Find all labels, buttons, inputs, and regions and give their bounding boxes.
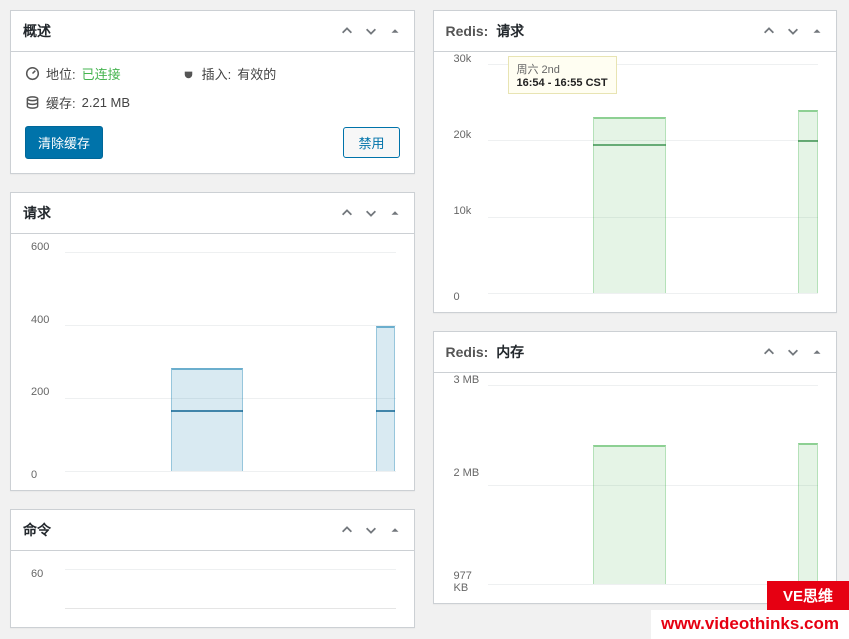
y-tick-label: 10k [454, 205, 490, 217]
chart-series-fill [593, 445, 666, 584]
watermark-url: www.videothinks.com [651, 610, 849, 639]
plugin-value: 有效的 [237, 64, 276, 83]
flush-cache-button[interactable]: 清除缓存 [25, 126, 103, 159]
collapse-up-icon[interactable] [762, 24, 776, 38]
panel-redis-requests: Redis: 请求 30k 20k 10k 0 周六 2nd16:54 - 16:55 … [433, 10, 838, 313]
chart-commands: 60 [25, 563, 400, 613]
panel-header-redis-memory[interactable]: Redis: 内存 [434, 332, 837, 373]
panel-overview: 概述 地位: 已连接 插入: 有效的 [10, 10, 415, 174]
chart-series-fill [171, 368, 244, 471]
location-value: 已连接 [82, 64, 121, 83]
collapse-up-icon[interactable] [762, 345, 776, 359]
watermark: VE思维 www.videothinks.com [651, 581, 849, 639]
plugin-label: 插入: [202, 64, 232, 83]
watermark-tag: VE思维 [767, 581, 849, 610]
toggle-icon[interactable] [388, 206, 402, 220]
database-icon [25, 95, 40, 110]
status-plugin: 插入: 有效的 [181, 64, 277, 83]
y-tick-label: 600 [31, 241, 67, 253]
panel-title: 请求 [23, 203, 340, 223]
panel-body-redis-requests: 30k 20k 10k 0 周六 2nd16:54 - 16:55 CST [434, 52, 837, 312]
y-tick-label: 3 MB [454, 374, 490, 386]
cache-label: 缓存: [46, 93, 76, 112]
panel-body-overview: 地位: 已连接 插入: 有效的 缓存: 2.21 MB [11, 52, 414, 173]
y-tick-label: 977 KB [454, 570, 490, 594]
panel-prefix: Redis: [446, 344, 489, 360]
chart-series-fill [376, 326, 396, 471]
tooltip-title: 周六 2nd [517, 61, 608, 77]
tooltip-body: 16:54 - 16:55 CST [517, 77, 608, 89]
y-axis-ticks: 3 MB2 MB977 KB [454, 379, 490, 589]
chart-redis-requests: 30k20k10k0周六 2nd16:54 - 16:55 CST [448, 58, 823, 298]
chart-series-line [171, 410, 244, 412]
plot-area [488, 64, 819, 294]
location-label: 地位: [46, 64, 76, 83]
chart-series-line [798, 140, 818, 142]
disable-button[interactable]: 禁用 [343, 127, 399, 158]
y-tick-label: 200 [31, 386, 67, 398]
chart-redis-memory: 3 MB2 MB977 KB [448, 379, 823, 589]
panel-body-commands: 60 [11, 551, 414, 627]
panel-title: 命令 [23, 520, 340, 540]
status-cache: 缓存: 2.21 MB [25, 93, 130, 112]
collapse-up-icon[interactable] [340, 523, 354, 537]
plot-area [65, 252, 396, 472]
panel-header-redis-requests[interactable]: Redis: 请求 [434, 11, 837, 52]
panel-body-requests: 600 400 200 0 [11, 234, 414, 490]
chart-tooltip: 周六 2nd16:54 - 16:55 CST [508, 56, 617, 94]
panel-prefix: Redis: [446, 23, 489, 39]
panel-title-text: 请求 [496, 23, 524, 39]
y-tick-label: 60 [31, 568, 67, 580]
chart-series-fill [593, 117, 666, 293]
gauge-icon [25, 66, 40, 81]
panel-title: Redis: 请求 [446, 21, 763, 41]
plot-area [488, 385, 819, 585]
y-tick-label: 400 [31, 314, 67, 326]
y-axis-ticks: 6004002000 [31, 246, 67, 476]
panel-body-redis-memory: 3 MB 2 MB 977 KB [434, 373, 837, 603]
status-location: 地位: 已连接 [25, 64, 121, 83]
panel-requests: 请求 600 400 200 0 [10, 192, 415, 491]
y-tick-label: 0 [31, 469, 67, 481]
y-axis-ticks: 60 [31, 563, 67, 613]
panel-redis-memory: Redis: 内存 3 MB 2 MB 977 KB [433, 331, 838, 604]
panel-title-text: 内存 [496, 344, 524, 360]
collapse-down-icon[interactable] [364, 206, 378, 220]
plot-area [65, 569, 396, 609]
panel-commands: 命令 60 [10, 509, 415, 628]
collapse-up-icon[interactable] [340, 24, 354, 38]
collapse-down-icon[interactable] [364, 24, 378, 38]
toggle-icon[interactable] [388, 523, 402, 537]
y-axis-ticks: 30k20k10k0 [454, 58, 490, 298]
toggle-icon[interactable] [388, 24, 402, 38]
y-tick-label: 30k [454, 53, 490, 65]
panel-header-overview[interactable]: 概述 [11, 11, 414, 52]
toggle-icon[interactable] [810, 345, 824, 359]
chart-requests: 6004002000 [25, 246, 400, 476]
chart-series-fill [798, 443, 818, 584]
panel-title: 概述 [23, 21, 340, 41]
panel-header-commands[interactable]: 命令 [11, 510, 414, 551]
plug-icon [181, 66, 196, 81]
chart-series-line [376, 410, 396, 412]
chart-series-fill [798, 110, 818, 293]
collapse-down-icon[interactable] [786, 345, 800, 359]
collapse-down-icon[interactable] [364, 523, 378, 537]
y-tick-label: 2 MB [454, 467, 490, 479]
panel-title: Redis: 内存 [446, 342, 763, 362]
y-tick-label: 20k [454, 129, 490, 141]
cache-value: 2.21 MB [82, 95, 130, 110]
y-tick-label: 0 [454, 291, 490, 303]
toggle-icon[interactable] [810, 24, 824, 38]
chart-series-line [593, 144, 666, 146]
collapse-down-icon[interactable] [786, 24, 800, 38]
collapse-up-icon[interactable] [340, 206, 354, 220]
panel-header-requests[interactable]: 请求 [11, 193, 414, 234]
